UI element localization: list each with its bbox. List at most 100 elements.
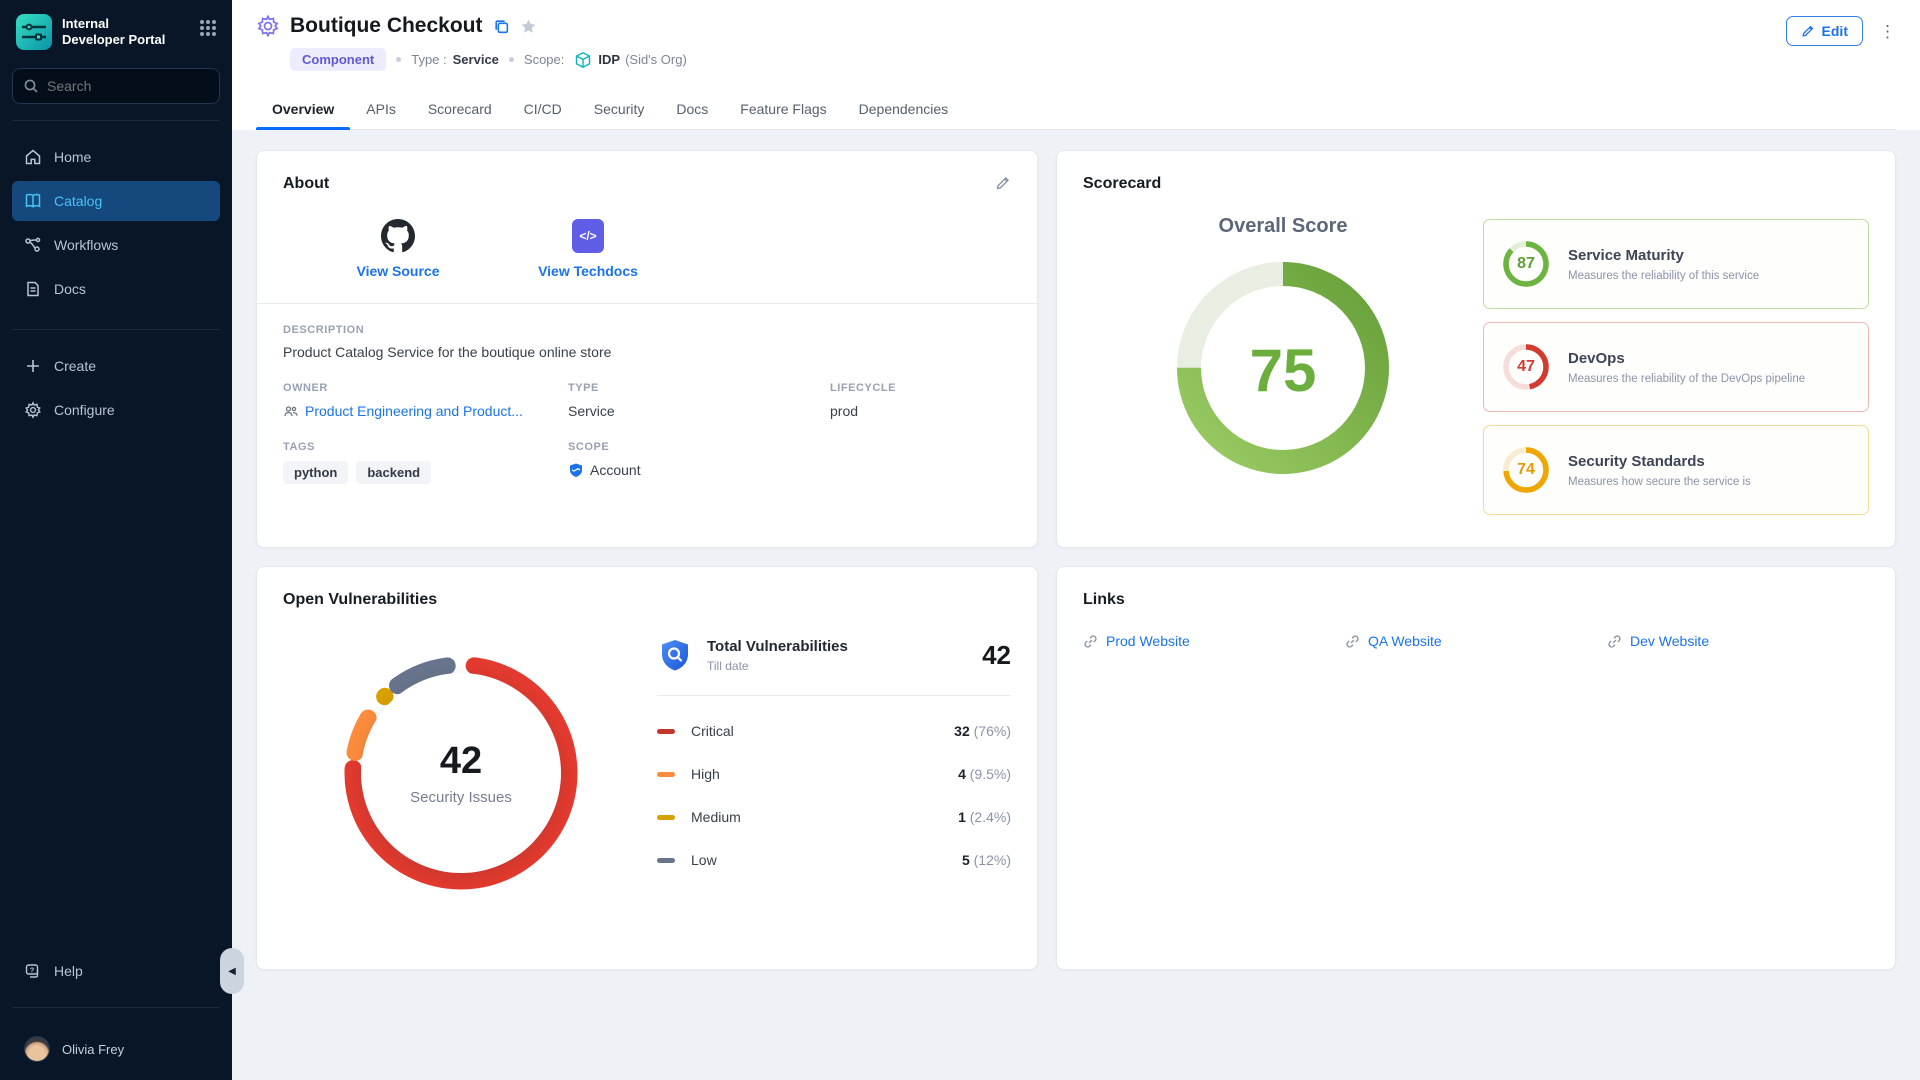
- qa-website-link[interactable]: QA Website: [1345, 633, 1607, 649]
- tab-docs[interactable]: Docs: [660, 91, 724, 129]
- sidebar: Internal Developer Portal Home Catalog W…: [0, 0, 232, 1080]
- edit-button[interactable]: Edit: [1786, 16, 1863, 46]
- owner-link[interactable]: Product Engineering and Product...: [305, 403, 523, 419]
- sidebar-collapse-handle[interactable]: ◀: [220, 948, 244, 994]
- legend-row-medium: Medium 1 (2.4%): [657, 809, 1011, 825]
- about-card: About View Source </> View Techdocs DESC…: [256, 150, 1038, 548]
- sidebar-item-help[interactable]: ? Help: [12, 951, 220, 991]
- sidebar-item-docs[interactable]: Docs: [12, 269, 220, 309]
- vulnerabilities-donut: 42 Security Issues: [331, 643, 591, 903]
- gear-icon: [24, 401, 42, 419]
- apps-grid-icon[interactable]: [200, 20, 218, 38]
- svg-text:?: ?: [30, 965, 35, 974]
- scope-org: (Sid's Org): [625, 52, 687, 67]
- search-icon: [23, 78, 39, 94]
- main-area: Boutique Checkout Component Type : Servi…: [232, 0, 1920, 1080]
- scorecard-item-title: Security Standards: [1568, 453, 1751, 470]
- sidebar-item-label: Catalog: [54, 193, 102, 209]
- tag-chip[interactable]: python: [283, 461, 348, 484]
- scorecard-item-desc: Measures the reliability of this service: [1568, 270, 1759, 282]
- scope-value: IDP: [598, 52, 620, 67]
- tab-apis[interactable]: APIs: [350, 91, 412, 129]
- overall-score-value: 75: [1250, 336, 1317, 405]
- sidebar-item-label: Create: [54, 358, 96, 374]
- legend-divider: [657, 695, 1011, 696]
- scorecard-item-title: DevOps: [1568, 350, 1805, 367]
- tab-security[interactable]: Security: [578, 91, 661, 129]
- star-icon[interactable]: [520, 18, 537, 35]
- vulnerabilities-card: Open Vulnerabilities 42 Security Issues: [256, 566, 1038, 970]
- component-gear-icon: [256, 14, 280, 38]
- scorecard-item-security-standards[interactable]: 74 Security Standards Measures how secur…: [1483, 425, 1869, 515]
- scorecard-card: Scorecard Overall Score: [1056, 150, 1896, 548]
- security-issues-count: 42: [440, 740, 482, 783]
- search-field[interactable]: [47, 78, 197, 94]
- sidebar-item-home[interactable]: Home: [12, 137, 220, 177]
- home-icon: [24, 148, 42, 166]
- tab-scorecard[interactable]: Scorecard: [412, 91, 508, 129]
- scorecard-item-desc: Measures the reliability of the DevOps p…: [1568, 373, 1805, 385]
- component-badge: Component: [290, 48, 386, 71]
- tab-overview[interactable]: Overview: [256, 91, 350, 129]
- scorecard-item-title: Service Maturity: [1568, 247, 1759, 264]
- scope-cube-icon: [574, 51, 592, 69]
- scope-field-value: Account: [590, 462, 641, 478]
- legend-label: Medium: [691, 809, 741, 825]
- tab-feature-flags[interactable]: Feature Flags: [724, 91, 842, 129]
- total-vulnerabilities-value: 42: [982, 640, 1011, 671]
- sidebar-item-create[interactable]: Create: [12, 346, 220, 386]
- sidebar-item-workflows[interactable]: Workflows: [12, 225, 220, 265]
- sidebar-item-configure[interactable]: Configure: [12, 390, 220, 430]
- links-title: Links: [1083, 591, 1869, 609]
- sidebar-item-catalog[interactable]: Catalog: [12, 181, 220, 221]
- critical-marker: [657, 729, 675, 734]
- tab-dependencies[interactable]: Dependencies: [843, 91, 965, 129]
- chevron-left-icon: ◀: [228, 966, 236, 977]
- overall-score-donut: 75: [1167, 252, 1399, 489]
- owner-label: OWNER: [283, 382, 568, 394]
- dot-separator: [509, 57, 514, 62]
- plus-icon: [24, 357, 42, 375]
- scope-label: Scope:: [524, 52, 564, 67]
- help-icon: ?: [24, 962, 42, 980]
- about-divider: [257, 303, 1037, 304]
- search-input[interactable]: [12, 68, 220, 104]
- user-menu[interactable]: Olivia Frey: [0, 1024, 232, 1080]
- tag-chip[interactable]: backend: [356, 461, 431, 484]
- copy-icon[interactable]: [493, 18, 510, 35]
- sidebar-item-label: Workflows: [54, 237, 118, 253]
- tags-label: TAGS: [283, 441, 568, 453]
- tab-bar: Overview APIs Scorecard CI/CD Security D…: [256, 91, 1896, 130]
- scorecard-item-devops[interactable]: 47 DevOps Measures the reliability of th…: [1483, 322, 1869, 412]
- legend-label: Critical: [691, 723, 734, 739]
- user-avatar: [24, 1036, 50, 1062]
- security-issues-label: Security Issues: [410, 789, 512, 806]
- scorecard-item-service-maturity[interactable]: 87 Service Maturity Measures the reliabi…: [1483, 219, 1869, 309]
- legend-row-critical: Critical 32 (76%): [657, 723, 1011, 739]
- scorecard-title: Scorecard: [1083, 175, 1869, 193]
- scorecard-item-desc: Measures how secure the service is: [1568, 476, 1751, 488]
- sidebar-divider: [12, 1007, 220, 1008]
- pencil-icon: [1801, 24, 1815, 38]
- total-vulnerabilities-sub: Till date: [707, 659, 848, 673]
- view-techdocs-link[interactable]: </> View Techdocs: [513, 219, 663, 279]
- workflows-icon: [24, 236, 42, 254]
- scope-field-label: SCOPE: [568, 441, 830, 453]
- view-source-link[interactable]: View Source: [323, 219, 473, 279]
- edit-about-icon[interactable]: [995, 175, 1011, 191]
- tab-cicd[interactable]: CI/CD: [508, 91, 578, 129]
- prod-website-link[interactable]: Prod Website: [1083, 633, 1345, 649]
- legend-label: Low: [691, 852, 717, 868]
- description-value: Product Catalog Service for the boutique…: [283, 344, 1011, 360]
- legend-row-low: Low 5 (12%): [657, 852, 1011, 868]
- type-value: Service: [453, 52, 499, 67]
- links-card: Links Prod Website QA Website Dev Websit…: [1056, 566, 1896, 970]
- dev-website-link[interactable]: Dev Website: [1607, 633, 1869, 649]
- github-icon: [381, 219, 415, 253]
- content-grid: About View Source </> View Techdocs DESC…: [232, 130, 1920, 1080]
- overall-score-label: Overall Score: [1219, 215, 1348, 238]
- description-label: DESCRIPTION: [283, 324, 1011, 336]
- more-options-button[interactable]: ⋮: [1879, 23, 1896, 40]
- low-marker: [657, 858, 675, 863]
- catalog-book-icon: [24, 192, 42, 210]
